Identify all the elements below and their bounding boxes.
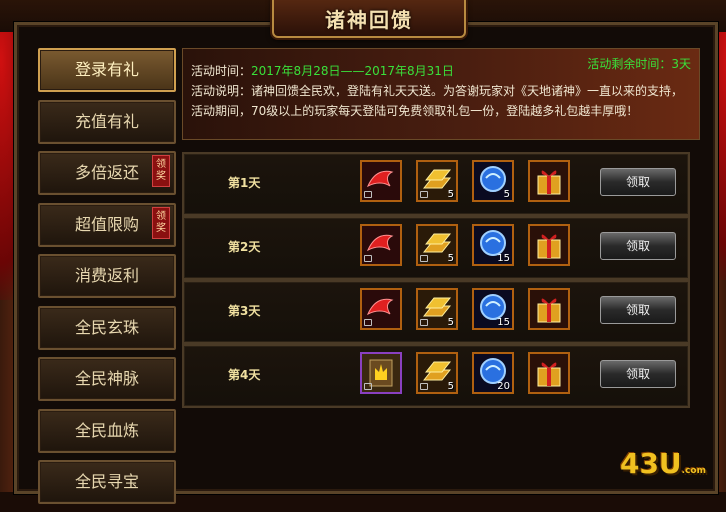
lock-icon: [420, 383, 428, 390]
reward-row: 第4天 5 20 领取: [182, 344, 690, 408]
event-info-panel: 活动剩余时间：3天 活动时间：2017年8月28日——2017年8月31日 活动…: [182, 48, 700, 140]
gold-bars-icon[interactable]: 5: [416, 160, 458, 202]
claim-badge: 领奖: [152, 206, 170, 239]
sidebar-item-limited-purchase[interactable]: 超值限购 领奖: [38, 202, 176, 247]
gift-box-icon[interactable]: [528, 352, 570, 394]
gift-box-icon[interactable]: [528, 160, 570, 202]
gift-box-icon[interactable]: [528, 224, 570, 266]
logo-text: 43U: [619, 447, 682, 480]
sidebar-item-multi-return[interactable]: 多倍返还 领奖: [38, 151, 176, 195]
sidebar-item-label: 多倍返还: [74, 163, 139, 182]
lock-icon: [420, 255, 428, 262]
blue-orb-icon[interactable]: 15: [472, 288, 514, 330]
sidebar-item-label: 充值有礼: [74, 111, 139, 131]
blue-orb-icon[interactable]: 5: [472, 160, 514, 202]
gold-bars-icon[interactable]: 5: [416, 288, 458, 330]
event-time: 活动时间：2017年8月28日——2017年8月31日: [191, 61, 454, 81]
item-count: 5: [447, 253, 454, 264]
remaining-time: 活动剩余时间：3天: [587, 57, 691, 71]
claim-button[interactable]: 领取: [600, 296, 676, 324]
gold-bars-icon[interactable]: 5: [416, 224, 458, 266]
reward-row: 第1天 5 5 领取: [182, 152, 690, 216]
event-description: 活动说明：诸神回馈全民欢，登陆有礼天天送。为答谢玩家对《天地诸神》一直以来的支持…: [191, 84, 684, 118]
item-count: 15: [497, 253, 510, 264]
site-logo: 43U.com: [620, 447, 706, 480]
lock-icon: [420, 319, 428, 326]
item-count: 5: [447, 189, 454, 200]
logo-suffix: .com: [681, 466, 706, 476]
red-ribbon-icon[interactable]: [360, 288, 402, 330]
sidebar-item-recharge-gift[interactable]: 充值有礼: [38, 99, 176, 144]
item-count: 20: [497, 381, 510, 392]
sidebar-item-xuanzhu[interactable]: 全民玄珠: [38, 305, 176, 350]
blue-orb-icon[interactable]: 20: [472, 352, 514, 394]
claim-button[interactable]: 领取: [600, 360, 676, 388]
claim-badge: 领奖: [152, 155, 170, 187]
sidebar-item-label: 登录有礼: [74, 60, 139, 79]
lock-icon: [364, 383, 372, 390]
lock-icon: [364, 319, 372, 326]
red-ribbon-icon[interactable]: [360, 224, 402, 266]
sidebar-item-shenmai[interactable]: 全民神脉: [38, 357, 176, 401]
item-count: 5: [503, 189, 510, 200]
sidebar-item-login-gift[interactable]: 登录有礼: [38, 48, 176, 92]
lock-icon: [364, 255, 372, 262]
day-label: 第2天: [228, 240, 261, 254]
reward-row: 第3天 5 15 领取: [182, 280, 690, 344]
sidebar-item-label: 消费返利: [74, 266, 139, 285]
red-ribbon-icon[interactable]: [360, 160, 402, 202]
gift-box-icon[interactable]: [528, 288, 570, 330]
title-plaque: 诸神回馈: [272, 0, 466, 38]
reward-row: 第2天 5 15 领取: [182, 216, 690, 280]
sidebar-item-label: 全民玄珠: [74, 317, 139, 337]
lock-icon: [420, 191, 428, 198]
item-count: 5: [447, 381, 454, 392]
sidebar-item-label: 全民神脉: [74, 369, 139, 388]
sidebar-item-label: 全民血炼: [74, 420, 139, 440]
item-count: 5: [447, 317, 454, 328]
event-time-label: 活动时间：: [191, 64, 252, 78]
sidebar-item-label: 超值限购: [74, 214, 139, 234]
day-label: 第4天: [228, 368, 261, 382]
window-title: 诸神回馈: [325, 8, 413, 32]
sidebar: 登录有礼 充值有礼 多倍返还 领奖 超值限购 领奖 消费返利 全民玄珠 全民神脉…: [38, 48, 178, 512]
blue-orb-icon[interactable]: 15: [472, 224, 514, 266]
sidebar-item-treasure[interactable]: 全民寻宝: [38, 460, 176, 504]
gold-bars-icon[interactable]: 5: [416, 352, 458, 394]
day-label: 第3天: [228, 304, 261, 318]
sidebar-item-xuelian[interactable]: 全民血炼: [38, 408, 176, 453]
day-label: 第1天: [228, 176, 261, 190]
sidebar-item-spend-rebate[interactable]: 消费返利: [38, 254, 176, 298]
golden-scroll-icon[interactable]: [360, 352, 402, 394]
item-count: 15: [497, 317, 510, 328]
event-time-value: 2017年8月28日——2017年8月31日: [251, 64, 454, 78]
sidebar-item-label: 全民寻宝: [74, 472, 139, 491]
claim-button[interactable]: 领取: [600, 232, 676, 260]
claim-button[interactable]: 领取: [600, 168, 676, 196]
lock-icon: [364, 191, 372, 198]
